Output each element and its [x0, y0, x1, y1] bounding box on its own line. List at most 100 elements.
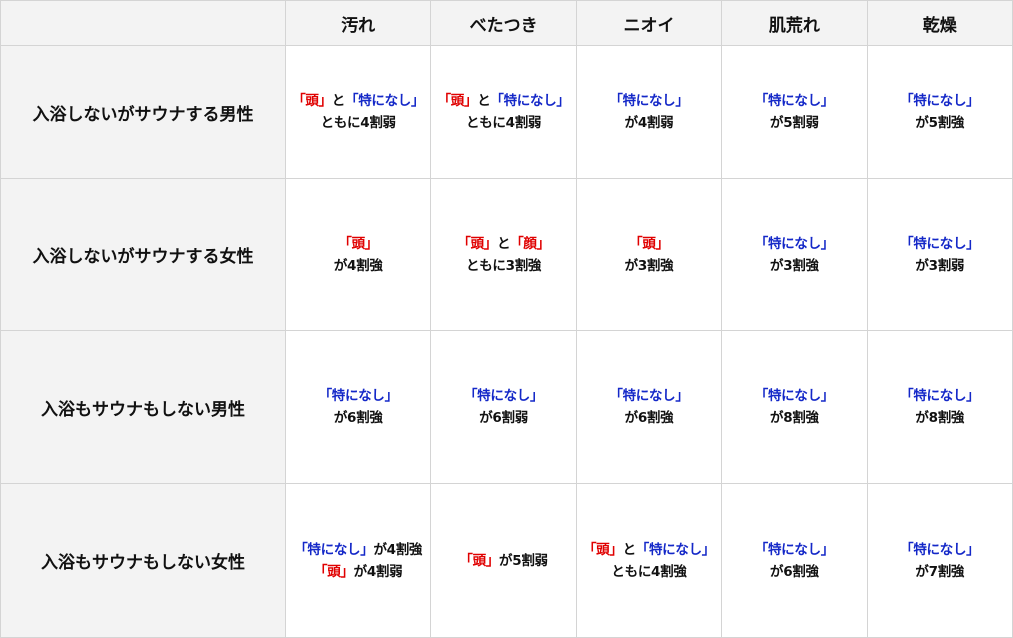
- cell-text: が5割弱: [770, 115, 819, 131]
- cell-line: ともに4割強: [577, 561, 721, 583]
- row-label: 入浴しないがサウナする女性: [0, 178, 286, 331]
- highlight-text: 「頭」: [459, 552, 500, 569]
- cell-text: が8割強: [915, 410, 965, 426]
- cell-line: が3割強: [577, 255, 721, 277]
- cell-line: 「頭」と「特になし」: [286, 90, 430, 112]
- column-header-dryness: 乾燥: [866, 0, 1013, 46]
- cell-line: が8割強: [868, 407, 1012, 429]
- cell-line: 「頭」: [286, 233, 430, 255]
- comparison-table: 汚れ べたつき ニオイ 肌荒れ 乾燥 入浴しないがサウナする男性 「頭」と「特に…: [0, 0, 1013, 638]
- cell-line: 「特になし」: [431, 385, 575, 407]
- cell-text: が7割強: [915, 563, 965, 580]
- highlight-text: 「特になし」: [609, 93, 689, 109]
- table-cell: 「特になし」が4割強 「頭」が4割弱: [284, 483, 432, 638]
- row-label: 入浴もサウナもしない男性: [0, 330, 286, 484]
- highlight-text: 「特になし」: [900, 235, 980, 252]
- cell-text: が5割強: [915, 115, 965, 131]
- cell-line: 「頭」と「特になし」: [577, 539, 721, 561]
- cell-text: が5割弱: [499, 552, 548, 569]
- cell-text: が4割弱: [353, 563, 403, 580]
- column-header-stickiness: べたつき: [430, 0, 577, 46]
- cell-text: と: [477, 93, 491, 109]
- cell-line: が6割強: [286, 407, 430, 429]
- cell-text: が6割弱: [479, 410, 528, 426]
- cell-text: と: [622, 541, 637, 558]
- highlight-text: 「特になし」: [900, 541, 980, 558]
- cell-line: 「特になし」が4割強: [286, 539, 430, 561]
- table-cell: 「特になし」 が5割強: [866, 45, 1013, 179]
- cell-line: 「特になし」: [722, 539, 866, 561]
- table-cell: 「特になし」 が3割強: [721, 178, 868, 331]
- table-cell: 「特になし」 が6割強: [284, 330, 432, 484]
- cell-line: 「特になし」: [577, 385, 721, 407]
- cell-line: が6割強: [577, 407, 721, 429]
- cell-line: が6割弱: [431, 407, 575, 429]
- cell-line: が3割強: [722, 255, 866, 277]
- highlight-text: 「頭」: [457, 235, 497, 252]
- cell-text: ともに4割強: [611, 563, 687, 580]
- cell-text: ともに3割強: [466, 257, 542, 274]
- table-cell: 「特になし」が5割弱: [721, 45, 868, 179]
- column-header-odor: ニオイ: [575, 0, 723, 46]
- highlight-text: 「特になし」: [463, 388, 544, 404]
- cell-line: 「頭」と「特になし」: [431, 90, 575, 112]
- highlight-text: 「特になし」: [900, 388, 980, 404]
- cell-text: と: [331, 93, 346, 109]
- highlight-text: 「特になし」: [900, 93, 980, 109]
- cell-text: が6割強: [624, 410, 674, 426]
- highlight-text: 「頭」: [314, 563, 354, 580]
- cell-line: ともに4割弱: [286, 112, 430, 134]
- cell-line: 「特になし」: [868, 233, 1012, 255]
- cell-line: 「特になし」: [722, 90, 866, 112]
- highlight-text: 「特になし」: [635, 541, 716, 558]
- table-cell: 「特になし」 が8割強: [721, 330, 868, 484]
- cell-line: 「特になし」: [577, 90, 721, 112]
- cell-text: が3割強: [770, 257, 819, 274]
- table-row: 入浴しないがサウナする男性 「頭」と「特になし」 ともに4割弱 「頭」と「特になし…: [0, 45, 1013, 179]
- cell-line: 「特になし」: [722, 385, 866, 407]
- cell-text: が3割弱: [915, 257, 965, 274]
- column-header-skin-roughness: 肌荒れ: [721, 0, 868, 46]
- highlight-text: 「特になし」: [318, 388, 399, 404]
- cell-text: が6割強: [333, 410, 383, 426]
- cell-line: 「特になし」: [868, 385, 1012, 407]
- row-label: 入浴もサウナもしない女性: [0, 483, 286, 638]
- cell-line: 「頭」が4割弱: [286, 561, 430, 583]
- table-cell: 「特になし」 が7割強: [866, 483, 1013, 638]
- cell-text: が3割強: [624, 257, 674, 274]
- cell-line: が7割強: [868, 561, 1012, 583]
- highlight-text: 「特になし」: [754, 388, 835, 404]
- cell-line: が3割弱: [868, 255, 1012, 277]
- cell-line: が4割強: [286, 255, 430, 277]
- table-cell: 「特になし」が6割強: [721, 483, 868, 638]
- cell-line: 「頭」が5割弱: [431, 550, 575, 572]
- cell-line: が4割弱: [577, 112, 721, 134]
- highlight-text: 「特になし」: [345, 93, 425, 109]
- cell-line: 「特になし」: [868, 539, 1012, 561]
- cell-line: が5割弱: [722, 112, 866, 134]
- highlight-text: 「頭」: [582, 541, 623, 558]
- table-row: 入浴しないがサウナする女性 「頭」 が4割強 「頭」と「顔」 ともに3割強 「頭」が…: [0, 178, 1013, 331]
- table-cell: 「頭」が3割強: [575, 178, 723, 331]
- highlight-text: 「特になし」: [754, 541, 835, 558]
- column-header-dirt: 汚れ: [284, 0, 432, 46]
- highlight-text: 「特になし」: [754, 235, 835, 252]
- table-cell: 「頭」と「特になし」ともに4割弱: [284, 45, 432, 179]
- table-cell: 「頭」と「特になし」ともに4割強: [575, 483, 723, 638]
- table-cell: 「頭」が5割弱: [430, 483, 577, 638]
- cell-text: が4割強: [373, 541, 423, 558]
- table-row: 入浴もサウナもしない女性 「特になし」が4割強 「頭」が4割弱 「頭」が5割弱 「…: [0, 483, 1013, 638]
- table-cell: 「特になし」 が6割弱: [430, 330, 577, 484]
- cell-line: 「頭」と「顔」: [431, 233, 575, 255]
- highlight-text: 「顔」: [510, 235, 550, 252]
- cell-line: が6割強: [722, 561, 866, 583]
- cell-text: ともに4割弱: [320, 115, 396, 131]
- highlight-text: 「頭」: [292, 93, 332, 109]
- table-cell: 「特になし」が4割弱: [575, 45, 723, 179]
- highlight-text: 「頭」: [629, 235, 669, 252]
- highlight-text: 「頭」: [437, 93, 478, 109]
- cell-text: と: [496, 235, 511, 252]
- table-row: 入浴もサウナもしない男性 「特になし」 が6割強 「特になし」 が6割弱 「特になし…: [0, 330, 1013, 484]
- highlight-text: 「特になし」: [609, 388, 689, 404]
- table-cell: 「頭」と「顔」ともに3割強: [430, 178, 577, 331]
